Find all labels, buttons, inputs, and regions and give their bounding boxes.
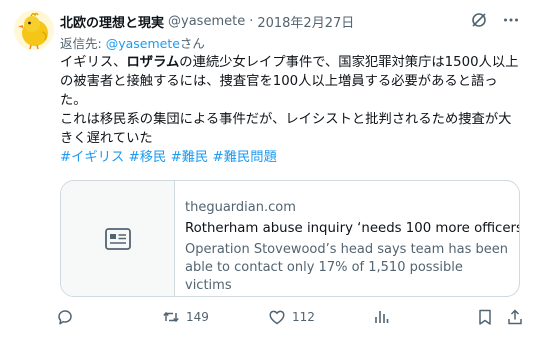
chick-avatar-icon — [18, 12, 48, 50]
heart-icon — [269, 310, 285, 325]
link-preview-card[interactable]: theguardian.com Rotherham abuse inquiry … — [60, 180, 520, 297]
hashtag-list: #イギリス #移民 #難民 #難民問題 — [60, 148, 522, 167]
card-thumbnail — [61, 181, 175, 296]
share-button[interactable] — [506, 308, 524, 326]
reply-to-line: 返信先: @yasemeteさん — [60, 33, 205, 52]
tweet-header: 北欧の理想と現実 @yasemete · 2018年2月27日 — [60, 11, 520, 31]
card-text: theguardian.com Rotherham abuse inquiry … — [185, 199, 519, 295]
separator-dot: · — [249, 13, 254, 29]
reply-icon — [58, 310, 72, 325]
card-description: Operation Stovewood’s head says team has… — [185, 242, 509, 293]
author-handle[interactable]: @yasemete — [168, 14, 245, 29]
tweet-date[interactable]: 2018年2月27日 — [257, 12, 354, 31]
analytics-icon — [375, 311, 389, 323]
reply-handle-link[interactable]: @yasemete — [106, 36, 180, 51]
body-bold-text: ロザラム — [126, 55, 180, 70]
retweet-button[interactable]: 149 — [162, 308, 209, 326]
bookmark-icon — [479, 309, 491, 325]
author-name[interactable]: 北欧の理想と現実 — [60, 12, 164, 31]
card-title[interactable]: Rotherham abuse inquiry ‘needs 100 more … — [185, 220, 519, 238]
article-icon — [104, 227, 131, 250]
tweet-paragraph-1: イギリス、ロザラムの連続少女レイプ事件で、国家犯罪対策庁は1500人以上の被害者… — [60, 53, 522, 110]
tweet-body: イギリス、ロザラムの連続少女レイプ事件で、国家犯罪対策庁は1500人以上の被害者… — [60, 53, 522, 167]
tweet-paragraph-2: これは移民系の集団による事件だが、レイシストと批判されるため捜査が大きく遅れてい… — [60, 112, 512, 146]
reply-prefix: 返信先: — [60, 36, 106, 51]
hashtag-link[interactable]: #移民 — [129, 150, 167, 165]
bookmark-button[interactable] — [476, 308, 494, 326]
header-icons — [470, 11, 520, 29]
more-options-icon[interactable] — [502, 11, 520, 29]
tweet-action-bar: 149 112 — [56, 308, 524, 330]
analytics-button[interactable] — [372, 308, 390, 326]
like-count: 112 — [292, 310, 315, 324]
hashtag-link[interactable]: #難民問題 — [213, 150, 277, 165]
body-text: イギリス、 — [60, 55, 127, 70]
retweet-count: 149 — [186, 310, 209, 324]
hashtag-link[interactable]: #イギリス — [60, 150, 124, 165]
avatar[interactable] — [14, 10, 54, 50]
card-domain: theguardian.com — [185, 200, 296, 215]
reply-suffix: さん — [179, 36, 205, 51]
reply-button[interactable] — [56, 308, 80, 326]
retweet-icon — [163, 311, 179, 323]
like-button[interactable]: 112 — [268, 308, 315, 326]
share-icon — [508, 309, 522, 325]
grok-icon[interactable] — [470, 11, 488, 29]
tweet-card[interactable]: 北欧の理想と現実 @yasemete · 2018年2月27日 返信先: @ya… — [0, 0, 534, 337]
hashtag-link[interactable]: #難民 — [171, 150, 209, 165]
